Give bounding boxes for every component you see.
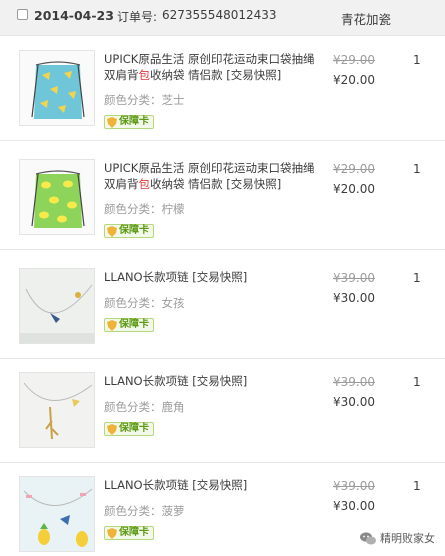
item-variant: 颜色分类：菠萝 bbox=[104, 503, 185, 519]
drawstring-bag-cheese-icon[interactable] bbox=[19, 50, 95, 126]
guarantee-badge-label: 保障卡 bbox=[119, 423, 149, 434]
variant-value: 女孩 bbox=[161, 296, 185, 310]
item-title-part: 收纳袋 情侣款 [交易快照] bbox=[150, 68, 282, 82]
guarantee-badge-label: 保障卡 bbox=[119, 527, 149, 538]
order-item: LLANO长款项链 [交易快照] 颜色分类：鹿角 保障卡 ¥39.00 ¥30.… bbox=[0, 359, 445, 463]
variant-value: 菠萝 bbox=[161, 504, 185, 518]
shield-icon bbox=[107, 116, 117, 128]
shield-icon bbox=[107, 225, 117, 237]
variant-value: 鹿角 bbox=[161, 400, 185, 414]
quantity: 1 bbox=[413, 375, 421, 389]
order-number: 627355548012433 bbox=[162, 8, 277, 22]
item-title-part: LLANO长款项链 [交易快照] bbox=[104, 374, 248, 388]
watermark-text: 精明败家女 bbox=[380, 532, 435, 545]
order-item: UPICK原品生活 原创印花运动束口袋抽绳双肩背包收纳袋 情侣款 [交易快照] … bbox=[0, 146, 445, 250]
order-item: UPICK原品生活 原创印花运动束口袋抽绳双肩背包收纳袋 情侣款 [交易快照] … bbox=[0, 37, 445, 141]
paid-price: ¥20.00 bbox=[333, 182, 375, 196]
item-title-part: LLANO长款项链 [交易快照] bbox=[104, 270, 248, 284]
order-header: 2014-04-23 订单号: 627355548012433 青花加瓷 bbox=[0, 0, 445, 36]
item-title-link[interactable]: LLANO长款项链 [交易快照] bbox=[104, 269, 318, 285]
variant-label: 颜色分类： bbox=[104, 93, 162, 107]
watermark: 精明败家女 bbox=[360, 530, 435, 546]
shop-name-link[interactable]: 青花加瓷 bbox=[341, 9, 391, 28]
variant-label: 颜色分类： bbox=[104, 296, 162, 310]
order-item: LLANO长款项链 [交易快照] 颜色分类：女孩 保障卡 ¥39.00 ¥30.… bbox=[0, 255, 445, 359]
item-title-highlight: 包 bbox=[138, 68, 151, 82]
item-title-part: LLANO长款项链 [交易快照] bbox=[104, 478, 248, 492]
item-title-link[interactable]: LLANO长款项链 [交易快照] bbox=[104, 373, 318, 389]
guarantee-badge[interactable]: 保障卡 bbox=[104, 115, 154, 129]
item-variant: 颜色分类：女孩 bbox=[104, 295, 185, 311]
quantity: 1 bbox=[413, 53, 421, 67]
paid-price: ¥30.00 bbox=[333, 291, 375, 305]
shield-icon bbox=[107, 319, 117, 331]
original-price: ¥39.00 bbox=[333, 479, 375, 493]
original-price: ¥29.00 bbox=[333, 53, 375, 67]
shield-icon bbox=[107, 423, 117, 435]
variant-value: 芝士 bbox=[161, 93, 185, 107]
variant-value: 柠檬 bbox=[161, 202, 185, 216]
quantity: 1 bbox=[413, 271, 421, 285]
necklace-pineapple-icon[interactable] bbox=[19, 476, 95, 552]
guarantee-badge-label: 保障卡 bbox=[119, 319, 149, 330]
paid-price: ¥30.00 bbox=[333, 395, 375, 409]
guarantee-badge-label: 保障卡 bbox=[119, 116, 149, 127]
guarantee-badge[interactable]: 保障卡 bbox=[104, 318, 154, 332]
drawstring-bag-lemon-icon[interactable] bbox=[19, 159, 95, 235]
select-order-checkbox[interactable] bbox=[17, 9, 28, 20]
necklace-antler-icon[interactable] bbox=[19, 372, 95, 448]
wechat-icon bbox=[360, 531, 376, 544]
original-price: ¥29.00 bbox=[333, 162, 375, 176]
item-title-link[interactable]: LLANO长款项链 [交易快照] bbox=[104, 477, 318, 493]
guarantee-badge[interactable]: 保障卡 bbox=[104, 422, 154, 436]
quantity: 1 bbox=[413, 479, 421, 493]
guarantee-badge[interactable]: 保障卡 bbox=[104, 224, 154, 238]
guarantee-badge-label: 保障卡 bbox=[119, 225, 149, 236]
item-title-highlight: 包 bbox=[138, 177, 151, 191]
original-price: ¥39.00 bbox=[333, 271, 375, 285]
original-price: ¥39.00 bbox=[333, 375, 375, 389]
item-variant: 颜色分类：芝士 bbox=[104, 92, 185, 108]
variant-label: 颜色分类： bbox=[104, 504, 162, 518]
variant-label: 颜色分类： bbox=[104, 202, 162, 216]
order-number-label: 订单号: bbox=[117, 10, 158, 24]
item-variant: 颜色分类：柠檬 bbox=[104, 201, 185, 217]
paid-price: ¥20.00 bbox=[333, 73, 375, 87]
paid-price: ¥30.00 bbox=[333, 499, 375, 513]
item-title-link[interactable]: UPICK原品生活 原创印花运动束口袋抽绳双肩背包收纳袋 情侣款 [交易快照] bbox=[104, 160, 318, 192]
guarantee-badge[interactable]: 保障卡 bbox=[104, 526, 154, 540]
order-date: 2014-04-23 bbox=[34, 8, 114, 23]
item-title-part: 收纳袋 情侣款 [交易快照] bbox=[150, 177, 282, 191]
item-title-link[interactable]: UPICK原品生活 原创印花运动束口袋抽绳双肩背包收纳袋 情侣款 [交易快照] bbox=[104, 51, 318, 83]
variant-label: 颜色分类： bbox=[104, 400, 162, 414]
item-variant: 颜色分类：鹿角 bbox=[104, 399, 185, 415]
quantity: 1 bbox=[413, 162, 421, 176]
shield-icon bbox=[107, 527, 117, 539]
necklace-girl-icon[interactable] bbox=[19, 268, 95, 344]
